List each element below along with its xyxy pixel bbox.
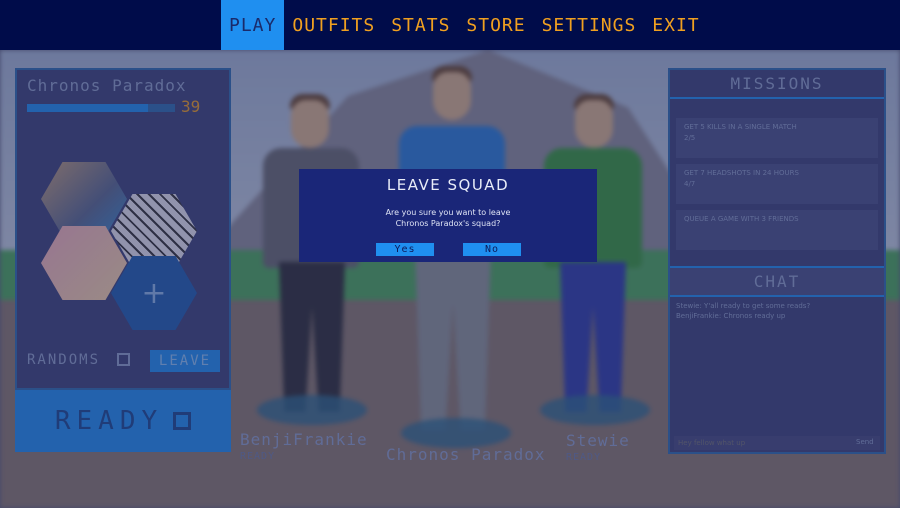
top-nav: PLAY OUTFITS STATS STORE SETTINGS EXIT	[0, 0, 900, 50]
nav-exit[interactable]: EXIT	[644, 0, 707, 50]
dialog-title: LEAVE SQUAD	[386, 176, 510, 194]
leave-squad-dialog: LEAVE SQUAD Are you sure you want to lea…	[299, 169, 597, 262]
confirm-yes-button[interactable]: Yes	[376, 243, 434, 256]
nav-stats[interactable]: STATS	[383, 0, 458, 50]
nav-play[interactable]: PLAY	[221, 0, 285, 50]
dialog-message-line-2: Chronos Paradox's squad?	[395, 219, 501, 228]
dialog-message: Are you sure you want to leave Chronos P…	[299, 207, 597, 229]
nav-outfits[interactable]: OUTFITS	[284, 0, 383, 50]
nav-settings[interactable]: SETTINGS	[534, 0, 645, 50]
nav-store[interactable]: STORE	[458, 0, 533, 50]
confirm-no-button[interactable]: No	[463, 243, 521, 256]
dialog-message-line-1: Are you sure you want to leave	[385, 208, 511, 217]
modal-backdrop[interactable]	[0, 50, 900, 508]
